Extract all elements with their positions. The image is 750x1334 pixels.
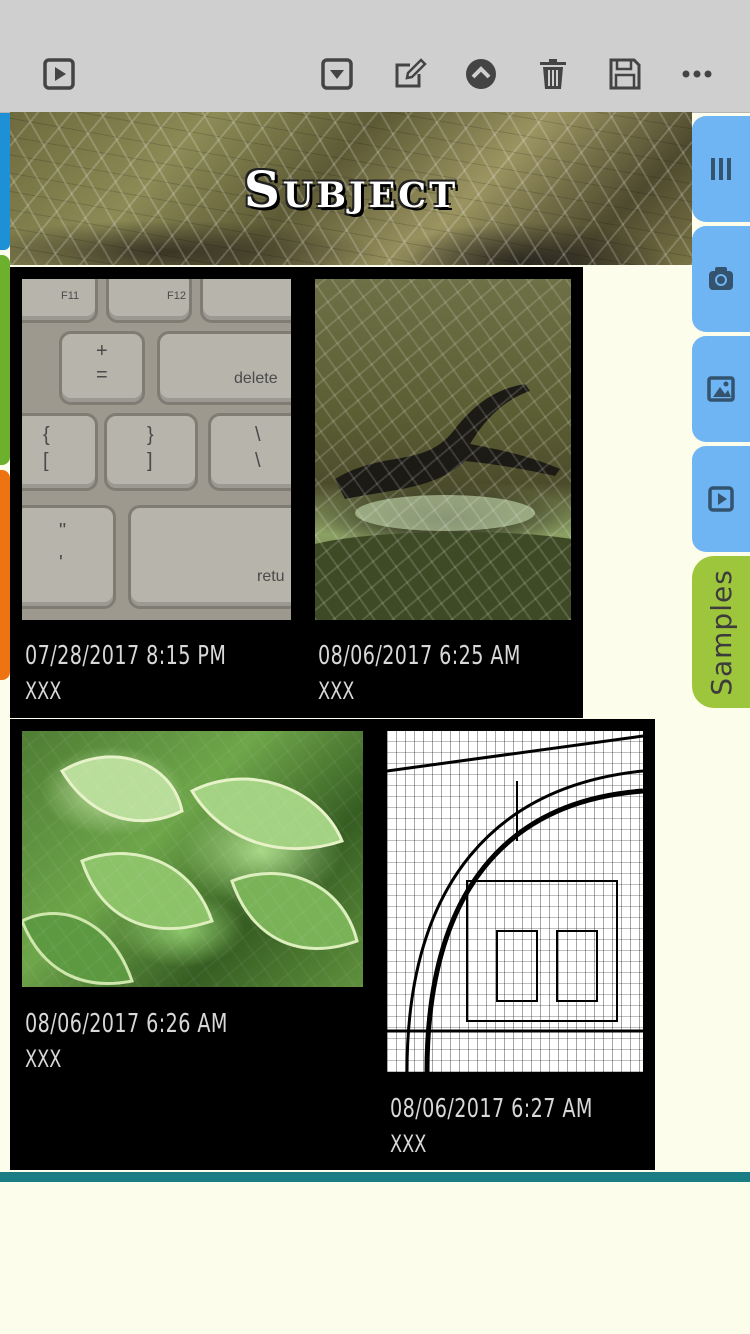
left-edge-tab-green[interactable] — [0, 255, 10, 465]
samples-label: Samples — [704, 568, 738, 696]
side-tab-columns[interactable] — [692, 116, 750, 222]
mosaic-texture — [315, 279, 571, 620]
photo-caption: XXX — [390, 1130, 427, 1158]
key: } ] — [104, 413, 198, 491]
top-toolbar — [0, 0, 750, 113]
photo-green-leaves[interactable] — [22, 731, 363, 987]
photo-card-row-1: F11 F12 + = delete { [ } ] \ \ " ' retu … — [10, 267, 583, 718]
photo-card-row-2: 08/06/2017 6:26 AM XXX 08/06/2017 6:27 A… — [10, 719, 655, 1170]
trash-icon — [540, 59, 566, 89]
left-edge-tab-orange[interactable] — [0, 470, 10, 680]
building-lines — [387, 734, 643, 1072]
play-box-icon — [708, 486, 734, 512]
camera-icon — [709, 267, 733, 290]
key: delete — [157, 331, 291, 405]
dropdown-box-icon — [321, 58, 353, 90]
key: retu — [128, 505, 291, 609]
photo-caption: XXX — [25, 677, 62, 705]
side-tab-camera[interactable] — [692, 226, 750, 332]
photo-date: 08/06/2017 6:25 AM — [318, 641, 521, 671]
photo-keyboard[interactable]: F11 F12 + = delete { [ } ] \ \ " ' retu — [22, 279, 291, 620]
photo-caption: XXX — [25, 1045, 62, 1073]
photo-frame-icon — [707, 376, 735, 402]
banner-title: Subject — [243, 160, 459, 219]
dropdown-button[interactable] — [319, 56, 355, 92]
photo-building-sketch[interactable] — [387, 731, 643, 1072]
key: + = — [59, 331, 145, 405]
photo-caption: XXX — [318, 677, 355, 705]
key: F12 — [106, 279, 192, 323]
photo-date: 08/06/2017 6:27 AM — [390, 1094, 593, 1124]
key: \ \ — [208, 413, 291, 491]
more-icon — [682, 70, 712, 78]
leaf-texture — [22, 731, 363, 987]
photo-date: 08/06/2017 6:26 AM — [25, 1009, 228, 1039]
side-tab-samples[interactable]: Samples — [692, 556, 750, 708]
key — [200, 279, 291, 323]
key: { [ — [22, 413, 98, 491]
columns-icon — [711, 158, 731, 180]
play-box-icon — [43, 58, 75, 90]
key: " ' — [22, 505, 116, 609]
key: F11 — [22, 279, 98, 323]
side-tab-gallery[interactable] — [692, 336, 750, 442]
photo-date: 07/28/2017 8:15 PM — [25, 641, 227, 671]
more-button[interactable] — [679, 56, 715, 92]
subject-banner: Subject — [10, 112, 692, 265]
save-button[interactable] — [607, 56, 643, 92]
save-icon — [609, 58, 641, 90]
delete-button[interactable] — [535, 56, 571, 92]
photo-tree-mosaic[interactable] — [315, 279, 571, 620]
move-up-button[interactable] — [463, 56, 499, 92]
edit-icon — [395, 58, 427, 88]
play-button[interactable] — [41, 56, 77, 92]
side-tab-slideshow[interactable] — [692, 446, 750, 552]
bottom-divider — [0, 1172, 750, 1182]
chevron-up-circle-icon — [466, 59, 496, 89]
edit-button[interactable] — [392, 56, 428, 92]
